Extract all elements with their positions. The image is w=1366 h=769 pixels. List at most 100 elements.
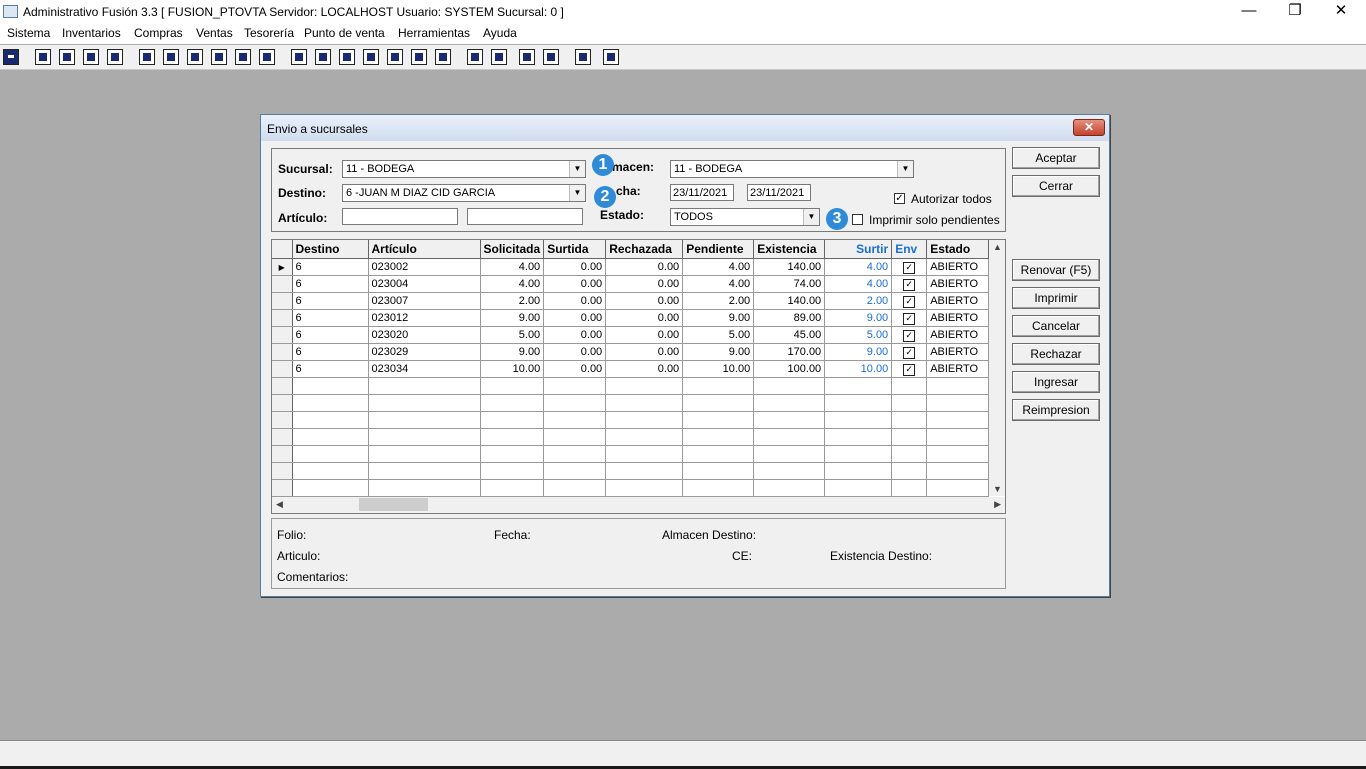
table-row[interactable]	[272, 428, 990, 446]
cerrar-button[interactable]: Cerrar	[1012, 175, 1100, 197]
aceptar-button[interactable]: Aceptar	[1012, 147, 1100, 169]
toolbar-report-icon[interactable]	[411, 49, 427, 65]
header-destino[interactable]: Destino	[292, 240, 369, 259]
header-surtida[interactable]: Surtida	[543, 240, 607, 259]
menu-punto-de-venta[interactable]: Punto de venta	[304, 26, 385, 40]
toolbar-app-icon[interactable]	[3, 49, 19, 65]
row-indicator[interactable]	[272, 292, 293, 310]
toolbar-refresh-icon[interactable]	[519, 49, 535, 65]
cell-surtir[interactable]: 5.00	[824, 326, 893, 344]
chevron-down-icon[interactable]: ▼	[897, 161, 913, 177]
grid-horizontal-scrollbar[interactable]: ◀ ▶	[272, 497, 1005, 513]
toolbar-print-in-icon[interactable]	[187, 49, 203, 65]
cell-env[interactable]	[891, 462, 928, 480]
chevron-down-icon[interactable]: ▼	[803, 209, 819, 225]
cell-surtir[interactable]	[824, 462, 893, 480]
menu-inventarios[interactable]: Inventarios	[62, 26, 121, 40]
toolbar-print-icon[interactable]	[211, 49, 227, 65]
cell-env[interactable]: ✓	[891, 292, 928, 310]
scroll-thumb[interactable]	[359, 498, 428, 511]
row-indicator[interactable]	[272, 411, 293, 429]
cell-env[interactable]	[891, 428, 928, 446]
row-indicator[interactable]	[272, 360, 293, 378]
row-indicator[interactable]	[272, 343, 293, 361]
articulo-hasta-input[interactable]	[467, 208, 583, 225]
table-row[interactable]	[272, 479, 990, 497]
row-indicator[interactable]	[272, 326, 293, 344]
header-articulo[interactable]: Artículo	[368, 240, 481, 259]
estado-select[interactable]: TODOS ▼	[670, 208, 820, 226]
scroll-down-icon[interactable]: ▼	[993, 484, 1002, 494]
toolbar-copy-icon[interactable]	[35, 49, 51, 65]
row-indicator[interactable]	[272, 394, 293, 412]
cell-env[interactable]: ✓	[891, 343, 928, 361]
toolbar-clipboard-icon[interactable]	[59, 49, 75, 65]
row-indicator[interactable]	[272, 275, 293, 293]
cell-surtir[interactable]	[824, 479, 893, 497]
cell-env[interactable]	[891, 394, 928, 412]
table-row[interactable]	[272, 462, 990, 480]
chevron-down-icon[interactable]: ▼	[569, 161, 585, 177]
table-row[interactable]: 6 023020 5.00 0.00 0.00 5.00 45.00 5.00 ✓ ABIERTO	[272, 326, 990, 344]
env-checkbox[interactable]: ✓	[903, 261, 916, 274]
table-row[interactable]: 6 023029 9.00 0.00 0.00 9.00 170.00 9.00 ✓ ABIERT…	[272, 343, 990, 361]
destino-select[interactable]: 6 -JUAN M DIAZ CID GARCIA ▼	[342, 184, 586, 202]
env-checkbox[interactable]: ✓	[903, 295, 916, 308]
cell-surtir[interactable]: 2.00	[824, 292, 893, 310]
header-rechazada[interactable]: Rechazada	[605, 240, 684, 259]
envios-grid[interactable]: Destino Artículo Solicitada Surtida Rech…	[271, 239, 1006, 514]
fecha-desde-input[interactable]: 23/11/2021	[670, 184, 734, 201]
menu-ventas[interactable]: Ventas	[196, 26, 233, 40]
toolbar-undo-icon[interactable]	[543, 49, 559, 65]
table-row[interactable]: 6 023004 4.00 0.00 0.00 4.00 74.00 4.00 ✓ ABIERTO	[272, 275, 990, 293]
cell-surtir[interactable]	[824, 411, 893, 429]
table-row[interactable]	[272, 377, 990, 395]
toolbar-help-icon[interactable]	[603, 49, 619, 65]
row-indicator[interactable]	[272, 479, 293, 497]
toolbar-box-icon[interactable]	[315, 49, 331, 65]
cell-surtir[interactable]: 4.00	[824, 275, 893, 293]
toolbar-users-icon[interactable]	[291, 49, 307, 65]
toolbar-user-icon[interactable]	[139, 49, 155, 65]
renovar-button[interactable]: Renovar (F5)	[1012, 259, 1100, 281]
toolbar-money-icon[interactable]	[387, 49, 403, 65]
imprimir-pendientes-checkbox[interactable]	[852, 214, 863, 225]
toolbar-folder-icon[interactable]	[163, 49, 179, 65]
cell-surtir[interactable]	[824, 377, 893, 395]
sucursal-select[interactable]: 11 - BODEGA ▼	[342, 160, 586, 178]
row-indicator[interactable]: ▶	[272, 258, 293, 276]
table-row[interactable]	[272, 411, 990, 429]
header-existencia[interactable]: Existencia	[753, 240, 826, 259]
menu-tesoreria[interactable]: Tesorería	[244, 26, 294, 40]
header-pendiente[interactable]: Pendiente	[682, 240, 755, 259]
ingresar-button[interactable]: Ingresar	[1012, 371, 1100, 393]
header-solicitada[interactable]: Solicitada	[480, 240, 545, 259]
cell-env[interactable]: ✓	[891, 360, 928, 378]
env-checkbox[interactable]: ✓	[903, 278, 916, 291]
toolbar-home-icon[interactable]	[467, 49, 483, 65]
close-window-button[interactable]: ✕	[1318, 0, 1364, 24]
table-row[interactable]	[272, 445, 990, 463]
minimize-button[interactable]: —	[1226, 0, 1272, 24]
menu-ayuda[interactable]: Ayuda	[483, 26, 517, 40]
table-row[interactable]: 6 023007 2.00 0.00 0.00 2.00 140.00 2.00 ✓ ABIERT…	[272, 292, 990, 310]
cell-env[interactable]: ✓	[891, 275, 928, 293]
scroll-left-icon[interactable]: ◀	[276, 499, 283, 510]
header-surtir[interactable]: Surtir	[824, 240, 893, 259]
fecha-hasta-input[interactable]: 23/11/2021	[747, 184, 811, 201]
cell-env[interactable]: ✓	[891, 326, 928, 344]
cell-env[interactable]: ✓	[891, 309, 928, 327]
toolbar-transfer-icon[interactable]	[83, 49, 99, 65]
env-checkbox[interactable]: ✓	[903, 363, 916, 376]
menu-herramientas[interactable]: Herramientas	[398, 26, 470, 40]
toolbar-add-icon[interactable]	[363, 49, 379, 65]
scroll-right-icon[interactable]: ▶	[994, 499, 1001, 510]
row-indicator[interactable]	[272, 462, 293, 480]
header-estado[interactable]: Estado	[926, 240, 990, 259]
cell-env[interactable]	[891, 445, 928, 463]
menu-sistema[interactable]: Sistema	[7, 26, 50, 40]
table-row[interactable]: ▶ 6 023002 4.00 0.00 0.00 4.00 140.00 4.00 ✓ ABIER…	[272, 258, 990, 276]
cell-surtir[interactable]	[824, 445, 893, 463]
cell-env[interactable]	[891, 411, 928, 429]
header-env[interactable]: Env	[891, 240, 928, 259]
